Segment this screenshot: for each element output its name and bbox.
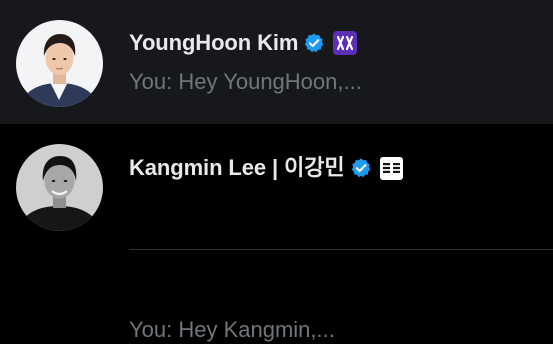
conversation-name: Kangmin Lee | 이강민 — [129, 155, 345, 180]
message-preview: You: Hey YoungHoon,... — [129, 69, 362, 94]
conversation-item-younghoon[interactable]: YoungHoon Kim You: Hey YoungHoon,... — [0, 0, 553, 124]
name-row: Kangmin Lee | 이강민 — [129, 154, 403, 182]
avatar[interactable] — [16, 144, 103, 231]
conversation-list: YoungHoon Kim You: Hey YoungHoon,... Kan… — [0, 0, 553, 342]
conversation-name: YoungHoon Kim — [129, 30, 299, 55]
purple-affiliate-logo-icon[interactable] — [333, 31, 358, 55]
message-preview: You: Hey Kangmin,... — [129, 317, 335, 342]
avatar[interactable] — [16, 20, 103, 107]
verified-badge-icon — [303, 32, 325, 54]
divider — [129, 249, 553, 250]
verified-badge-icon — [350, 157, 372, 179]
name-row: YoungHoon Kim — [129, 29, 358, 57]
white-affiliate-logo-icon[interactable] — [379, 156, 403, 180]
conversation-item-kangmin[interactable]: Kangmin Lee | 이강민 You: Hey Kangmin,... — [0, 124, 553, 342]
